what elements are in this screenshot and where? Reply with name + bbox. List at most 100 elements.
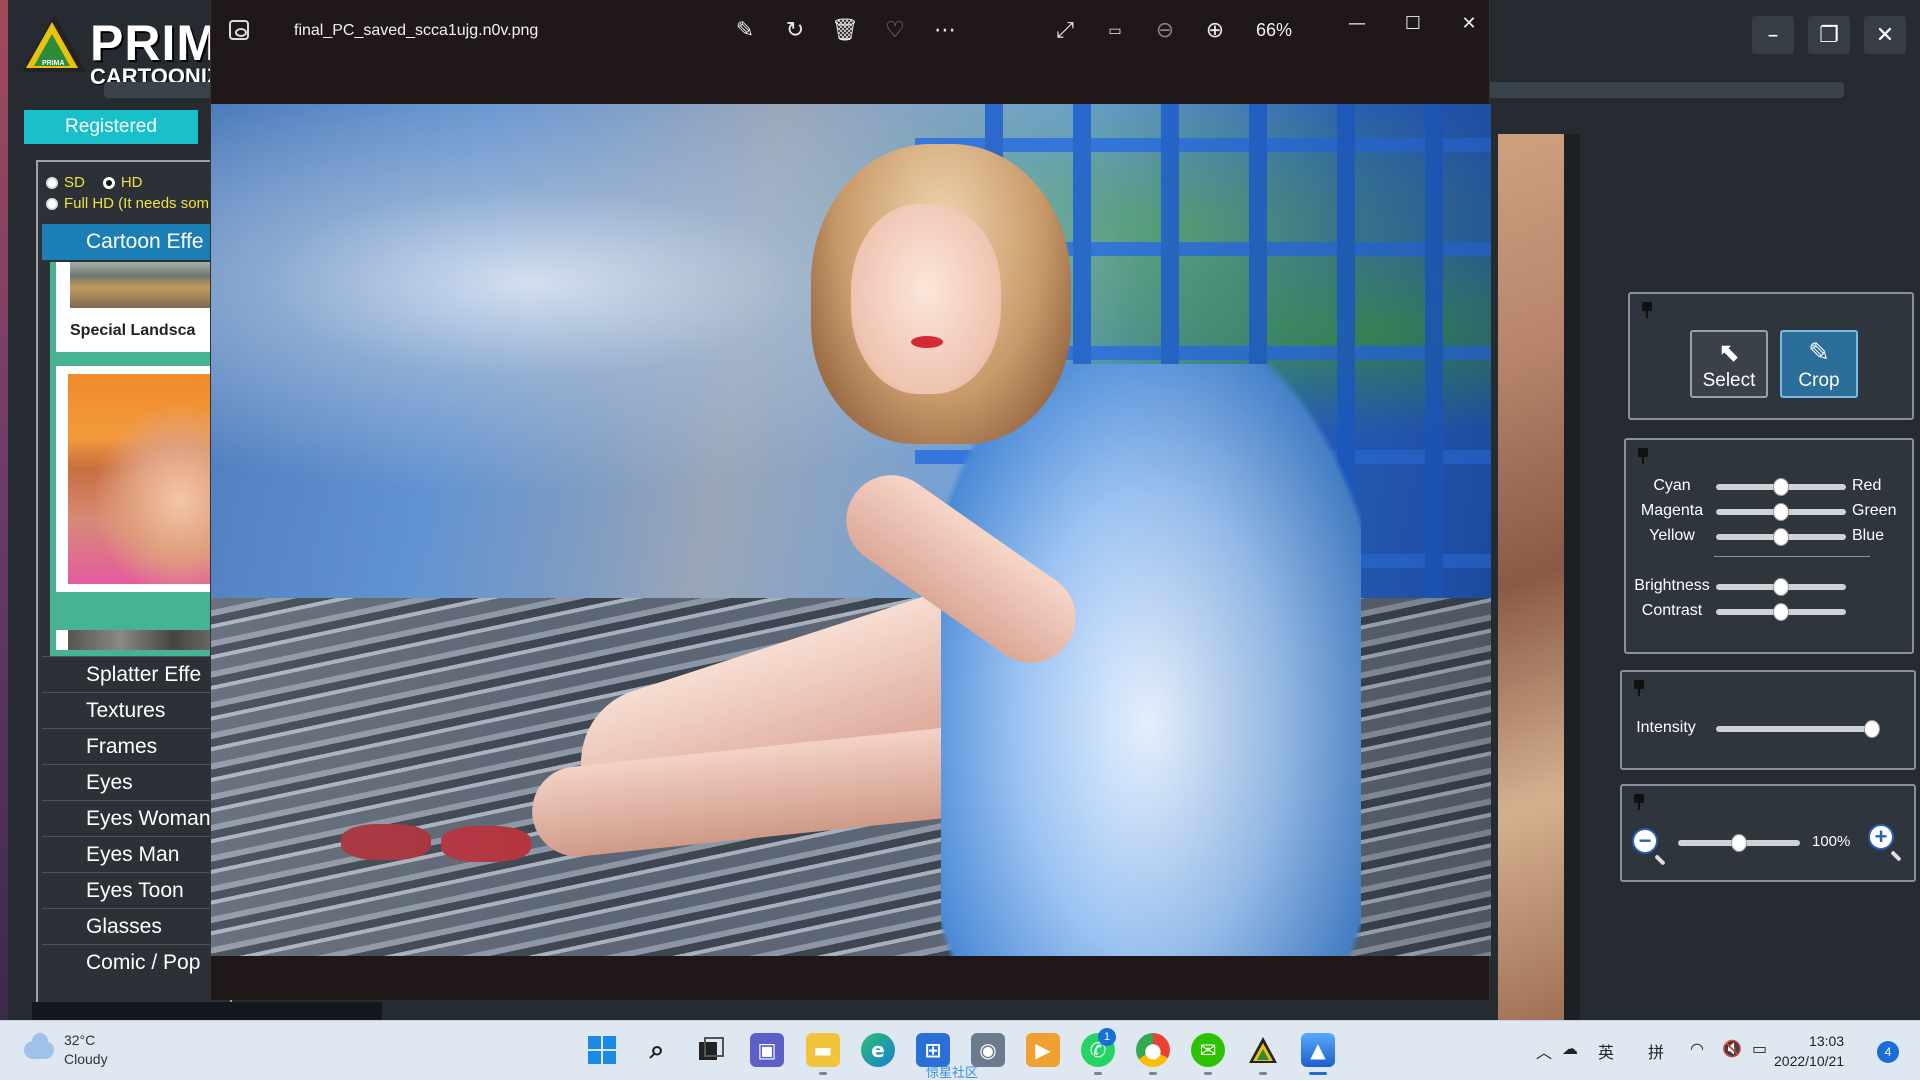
- viewer-minimize-button[interactable]: —: [1335, 8, 1379, 38]
- yellow-blue-slider[interactable]: [1716, 528, 1846, 546]
- media-player-icon[interactable]: ▶: [1026, 1033, 1060, 1067]
- zoom-panel: − 100% +: [1620, 784, 1916, 882]
- volume-muted-icon[interactable]: 🔇: [1722, 1039, 1742, 1058]
- effect-thumbnail[interactable]: Special Landsca: [56, 262, 226, 352]
- zoom-level[interactable]: 66%: [1256, 20, 1292, 41]
- onedrive-icon[interactable]: ☁: [1562, 1039, 1578, 1058]
- file-explorer-icon[interactable]: ▬: [806, 1033, 840, 1067]
- weather-widget[interactable]: 32°C Cloudy: [24, 1031, 108, 1069]
- app-minimize-button[interactable]: –: [1752, 16, 1794, 54]
- wechat-icon[interactable]: ✉: [1191, 1033, 1225, 1067]
- zoom-out-icon[interactable]: ⊖: [1150, 17, 1180, 45]
- category-item[interactable]: Eyes Woman: [42, 800, 228, 836]
- search-icon[interactable]: ⌕: [640, 1033, 674, 1067]
- intensity-slider[interactable]: [1716, 720, 1880, 738]
- running-indicator: [819, 1072, 827, 1075]
- photos-icon[interactable]: ▲: [1301, 1033, 1335, 1067]
- actual-size-icon[interactable]: ▭: [1100, 17, 1130, 45]
- hd-radio[interactable]: [102, 176, 115, 189]
- viewer-close-button[interactable]: ✕: [1447, 8, 1491, 38]
- show-hidden-icons-icon[interactable]: ︿: [1536, 1039, 1552, 1063]
- file-name: final_PC_saved_scca1ujg.n0v.png: [294, 22, 539, 39]
- slider-knob[interactable]: [1864, 720, 1880, 738]
- task-view-icon[interactable]: [694, 1033, 728, 1067]
- slider-knob[interactable]: [1731, 834, 1747, 852]
- zoom-percent: 100%: [1812, 833, 1851, 850]
- fullhd-label: Full HD (It needs som: [64, 195, 210, 212]
- fullhd-radio[interactable]: [46, 197, 58, 210]
- more-icon[interactable]: ⋯: [930, 17, 960, 45]
- slider-knob[interactable]: [1773, 603, 1789, 621]
- battery-icon[interactable]: ▭: [1752, 1039, 1767, 1058]
- category-item[interactable]: Glasses: [42, 908, 228, 944]
- magenta-green-row: Magenta Green: [1626, 501, 1912, 521]
- magenta-label: Magenta: [1640, 502, 1704, 519]
- category-item[interactable]: Comic / Pop: [42, 944, 228, 980]
- canvas-frame: [1564, 134, 1580, 1020]
- slider-knob[interactable]: [1773, 503, 1789, 521]
- zoom-in-icon[interactable]: ⊕: [1200, 17, 1230, 45]
- zoom-in-icon[interactable]: +: [1868, 824, 1894, 850]
- fullscreen-icon[interactable]: ⤢: [1050, 17, 1080, 45]
- crop-tool-button[interactable]: ✎ Crop: [1780, 330, 1858, 398]
- category-item[interactable]: Textures: [42, 692, 228, 728]
- sd-radio[interactable]: [46, 176, 58, 189]
- magenta-green-slider[interactable]: [1716, 503, 1846, 521]
- delete-icon[interactable]: 🗑: [830, 17, 860, 45]
- zoom-row: 100%: [1622, 832, 1908, 852]
- system-clock[interactable]: 13:03 2022/10/21: [1774, 1031, 1844, 1071]
- chrome-icon[interactable]: ●: [1136, 1033, 1170, 1067]
- slider-knob[interactable]: [1773, 578, 1789, 596]
- category-item[interactable]: Splatter Effe: [42, 656, 228, 692]
- intensity-panel: Intensity: [1620, 670, 1916, 770]
- watermark-text: 惊星社区: [926, 1065, 979, 1080]
- running-indicator: [1259, 1072, 1267, 1075]
- cyan-red-slider[interactable]: [1716, 478, 1846, 496]
- edge-icon[interactable]: e: [861, 1033, 895, 1067]
- brightness-label: Brightness: [1634, 577, 1710, 594]
- category-item[interactable]: Eyes: [42, 764, 228, 800]
- contrast-slider[interactable]: [1716, 603, 1846, 621]
- cloud-icon: [24, 1033, 54, 1059]
- zoom-slider[interactable]: [1678, 834, 1800, 852]
- category-item[interactable]: Eyes Toon: [42, 872, 228, 908]
- pin-icon[interactable]: [1632, 794, 1646, 810]
- photos-viewer-window: final_PC_saved_scca1ujg.n0v.png ✎ ↻ 🗑 ♡ …: [210, 0, 1491, 1000]
- crop-icon: ✎: [1808, 338, 1830, 368]
- ime-mode[interactable]: 拼: [1648, 1039, 1664, 1063]
- effect-thumbnail[interactable]: [56, 630, 226, 650]
- pin-icon[interactable]: [1640, 302, 1654, 318]
- rotate-icon[interactable]: ↻: [780, 17, 810, 45]
- notification-badge[interactable]: 4: [1877, 1041, 1899, 1063]
- effects-panel: SD HD Full HD (It needs som Cartoon Effe…: [36, 160, 232, 1005]
- fullhd-option: Full HD (It needs som: [46, 195, 209, 212]
- intensity-row: Intensity: [1622, 718, 1908, 738]
- category-item[interactable]: Eyes Man: [42, 836, 228, 872]
- ime-language[interactable]: 英: [1598, 1039, 1614, 1063]
- effect-thumbnail[interactable]: [56, 366, 226, 592]
- teams-chat-icon[interactable]: ▣: [750, 1033, 784, 1067]
- category-item[interactable]: Frames: [42, 728, 228, 764]
- displayed-photo[interactable]: [211, 104, 1491, 956]
- weather-condition: Cloudy: [64, 1051, 108, 1067]
- app-close-button[interactable]: ✕: [1864, 16, 1906, 54]
- green-label: Green: [1852, 502, 1897, 519]
- slider-knob[interactable]: [1773, 528, 1789, 546]
- select-tool-button[interactable]: ⬉ Select: [1690, 330, 1768, 398]
- app-restore-button[interactable]: ❐: [1808, 16, 1850, 54]
- divider: [1714, 556, 1870, 557]
- category-cartoon-effects[interactable]: Cartoon Effe: [42, 224, 228, 260]
- brightness-slider[interactable]: [1716, 578, 1846, 596]
- prima-cartoonizer-icon[interactable]: [1246, 1033, 1280, 1067]
- viewer-title-bar: final_PC_saved_scca1ujg.n0v.png ✎ ↻ 🗑 ♡ …: [211, 0, 1489, 62]
- yellow-label: Yellow: [1649, 527, 1695, 544]
- slider-knob[interactable]: [1773, 478, 1789, 496]
- wifi-icon[interactable]: ◠: [1690, 1039, 1704, 1058]
- start-icon[interactable]: [585, 1033, 619, 1067]
- edit-image-icon[interactable]: ✎: [730, 17, 760, 45]
- pin-icon[interactable]: [1632, 680, 1646, 696]
- viewer-maximize-button[interactable]: ☐: [1391, 8, 1435, 38]
- favorite-icon[interactable]: ♡: [880, 17, 910, 45]
- pin-icon[interactable]: [1636, 448, 1650, 464]
- cyan-red-row: Cyan Red: [1626, 476, 1912, 496]
